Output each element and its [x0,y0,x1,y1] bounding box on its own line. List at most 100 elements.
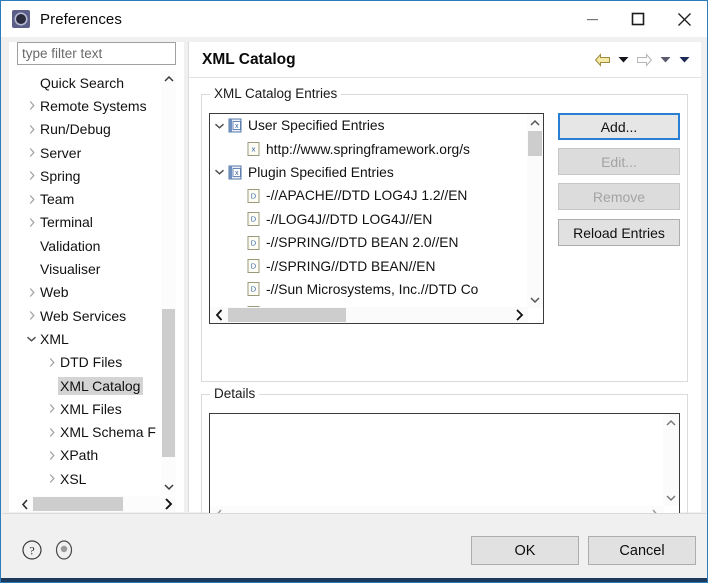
ok-button[interactable]: OK [471,536,579,565]
sidebar-hscroll-thumb[interactable] [33,497,123,511]
sidebar-item-xpath[interactable]: XPath [17,444,161,467]
catalog-entry-row[interactable]: D -//LOG4J//DTD LOG4J//EN [210,208,528,231]
catalog-entry-label: -//SPRING//DTD BEAN 2.0//EN [266,235,459,251]
catalog-entry-row[interactable]: D -//SPRING//DTD BEAN 2.0//EN [210,231,528,254]
sidebar-item-xml-catalog[interactable]: XML Catalog [17,374,161,397]
dtd-entry-icon: D [247,188,260,203]
details-content [214,417,660,503]
chevron-left-icon[interactable] [210,307,228,323]
sidebar-item-xml-schema-f[interactable]: XML Schema F [17,420,161,443]
catalog-entries-tree[interactable]: x User Specified Entries x http://www.sprin… [209,113,544,324]
close-icon[interactable] [661,1,707,37]
chevron-down-icon[interactable] [210,122,228,130]
preferences-page: XML Catalog XML Catalog Entries x User S… [188,42,701,538]
remove-button[interactable]: Remove [558,183,680,210]
svg-text:x: x [235,123,239,130]
sidebar-item-spring[interactable]: Spring [17,164,161,187]
chevron-right-icon[interactable] [25,217,38,228]
view-menu-dropdown-arrow-icon[interactable] [676,50,693,70]
chevron-right-icon[interactable] [25,287,38,298]
chevron-left-icon[interactable] [17,496,33,512]
sidebar-item-web-services[interactable]: Web Services [17,304,161,327]
sidebar-item-xml-files[interactable]: XML Files [17,397,161,420]
chevron-right-icon[interactable] [25,310,38,321]
svg-text:D: D [251,238,257,247]
svg-text:?: ? [29,544,34,558]
chevron-down-icon[interactable] [663,489,679,506]
chevron-right-icon[interactable] [45,450,58,461]
entries-horizontal-scrollbar[interactable] [210,307,528,323]
back-arrow-icon[interactable] [592,50,613,70]
maximize-icon[interactable] [615,1,661,37]
catalog-entry-row[interactable]: x http://www.springframework.org/s [210,137,528,160]
sidebar-item-label: Run/Debug [40,121,111,138]
sidebar-horizontal-scrollbar[interactable] [17,496,176,512]
sidebar-item-label: XSL [60,470,87,487]
entries-hscroll-thumb[interactable] [228,308,346,322]
catalog-entry-label: -//LOG4J//DTD LOG4J//EN [266,211,433,227]
sidebar-item-server[interactable]: Server [17,141,161,164]
help-icon[interactable]: ? [21,539,43,561]
chevron-down-icon[interactable] [527,291,543,308]
chevron-right-icon[interactable] [510,307,528,323]
reload-entries-button[interactable]: Reload Entries [558,219,680,246]
sidebar-item-remote-systems[interactable]: Remote Systems [17,94,161,117]
xml-catalog-entries-group: XML Catalog Entries x User Specified Entr… [201,86,688,382]
chevron-right-icon[interactable] [160,496,176,512]
cancel-button[interactable]: Cancel [588,536,696,565]
chevron-down-icon[interactable] [210,168,228,176]
chevron-down-icon[interactable] [161,479,176,495]
svg-text:D: D [251,262,257,271]
chevron-up-icon[interactable] [663,414,679,431]
sidebar-vertical-scrollbar[interactable] [161,71,176,495]
sidebar-item-visualiser[interactable]: Visualiser [17,257,161,280]
sidebar-item-xsl[interactable]: XSL [17,467,161,490]
details-text-area[interactable] [209,413,680,523]
sidebar-item-label: XML Catalog [58,376,144,395]
details-group-title: Details [210,386,260,401]
chevron-up-icon[interactable] [161,71,176,87]
back-dropdown-arrow-icon[interactable] [615,50,632,70]
chevron-right-icon[interactable] [45,357,58,368]
chevron-right-icon[interactable] [25,147,38,158]
sidebar-scroll-thumb[interactable] [162,309,175,457]
chevron-right-icon[interactable] [25,124,38,135]
filter-input[interactable] [17,42,176,65]
details-vertical-scrollbar[interactable] [663,414,679,506]
sidebar-item-validation[interactable]: Validation [17,234,161,257]
entries-scroll-thumb[interactable] [528,131,542,156]
dtd-entry-icon: D [247,212,260,227]
sidebar-item-label: Spring [40,167,81,184]
forward-dropdown-arrow-icon[interactable] [657,50,674,70]
add-button[interactable]: Add... [558,113,680,140]
chevron-right-icon[interactable] [45,403,58,414]
catalog-entry-row[interactable]: x User Specified Entries [210,114,528,137]
minimize-icon[interactable] [569,1,615,37]
sidebar-item-dtd-files[interactable]: DTD Files [17,351,161,374]
catalog-entry-row[interactable]: D -//APACHE//DTD LOG4J 1.2//EN [210,184,528,207]
catalog-entry-row[interactable]: x Plugin Specified Entries [210,161,528,184]
sidebar-item-terminal[interactable]: Terminal [17,211,161,234]
catalog-book-icon: x [228,165,243,180]
chevron-right-icon[interactable] [45,473,58,484]
edit-button[interactable]: Edit... [558,148,680,175]
entries-vertical-scrollbar[interactable] [527,114,543,308]
sidebar-item-label: Validation [40,237,101,254]
chevron-right-icon[interactable] [45,427,58,438]
preferences-dialog: Preferences Quick Search Remote Systems Ru… [0,0,708,583]
chevron-up-icon[interactable] [527,114,543,131]
shell-icon[interactable] [53,539,75,561]
catalog-entry-row[interactable]: D -//SPRING//DTD BEAN//EN [210,254,528,277]
chevron-down-icon[interactable] [25,335,38,343]
chevron-right-icon[interactable] [25,194,38,205]
catalog-entry-label: -//SPRING//DTD BEAN//EN [266,258,436,274]
sidebar-item-web[interactable]: Web [17,281,161,304]
sidebar-item-team[interactable]: Team [17,187,161,210]
sidebar-item-quick-search[interactable]: Quick Search [17,71,161,94]
chevron-right-icon[interactable] [25,100,38,111]
chevron-right-icon[interactable] [25,170,38,181]
catalog-entry-row[interactable]: D -//Sun Microsystems, Inc.//DTD Co [210,278,528,301]
sidebar-item-xml[interactable]: XML [17,327,161,350]
sidebar-item-run-debug[interactable]: Run/Debug [17,118,161,141]
dtd-entry-icon: D [247,282,260,297]
